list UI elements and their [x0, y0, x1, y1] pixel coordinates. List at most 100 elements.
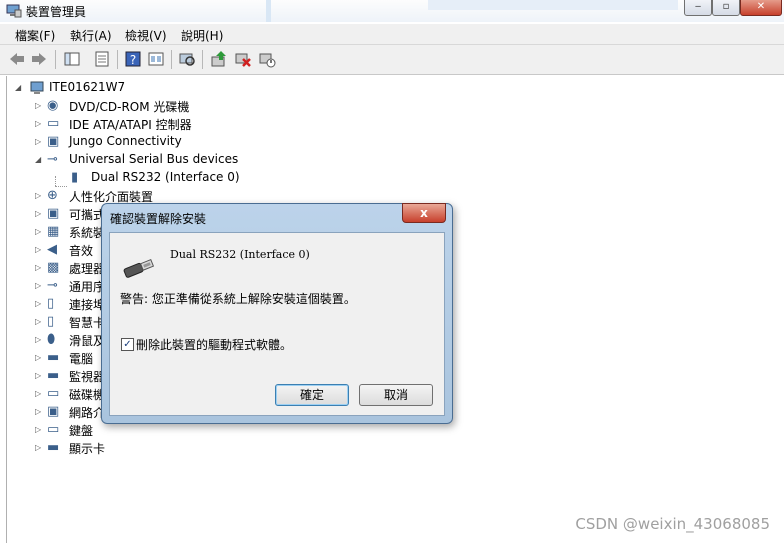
toolbar: ?	[0, 45, 784, 75]
expand-arrow-icon[interactable]: ▷	[35, 389, 42, 398]
expand-arrow-icon[interactable]: ▷	[35, 371, 42, 380]
collapse-arrow-icon[interactable]: ◢	[15, 83, 22, 92]
ok-button[interactable]: 確定	[275, 384, 349, 406]
jungo-icon: ▣	[47, 134, 60, 149]
warning-text: 警告: 您正準備從系統上解除安裝這個裝置。	[120, 292, 356, 306]
delete-driver-checkbox[interactable]: ✓	[121, 338, 134, 351]
expand-arrow-icon[interactable]: ▷	[35, 443, 42, 452]
tree-node-label: Jungo Connectivity	[69, 134, 182, 148]
tree-node[interactable]: ▷ ▬ 顯示卡	[35, 439, 295, 457]
background-stripe	[266, 0, 271, 22]
tree-connector	[55, 176, 57, 186]
dialog-title: 確認裝置解除安裝	[110, 212, 207, 226]
expand-arrow-icon[interactable]: ▷	[35, 299, 42, 308]
expand-arrow-icon[interactable]: ▷	[35, 317, 42, 326]
properties-icon[interactable]	[93, 50, 111, 68]
help-icon[interactable]: ?	[124, 50, 142, 68]
tree-node-label: 可攜式	[69, 208, 106, 222]
expand-arrow-icon[interactable]: ▷	[35, 119, 42, 128]
usb-plug-icon: ▮	[71, 170, 79, 185]
ide-controller-icon: ▭	[47, 116, 60, 131]
tree-node[interactable]: ◢ ⊸ Universal Serial Bus devices	[35, 151, 295, 169]
disk-icon: ▭	[47, 386, 60, 401]
menu-help[interactable]: 說明(H)	[181, 27, 223, 44]
toolbar-separator	[202, 50, 203, 69]
tree-node[interactable]: ▷ ▣ Jungo Connectivity	[35, 133, 295, 151]
delete-driver-label[interactable]: 刪除此裝置的驅動程式軟體。	[136, 336, 292, 353]
menu-action[interactable]: 執行(A)	[70, 27, 112, 44]
expand-arrow-icon[interactable]: ▷	[35, 353, 42, 362]
tree-node-label: 網路介	[69, 406, 106, 420]
uninstall-icon[interactable]	[234, 50, 252, 68]
tree-node-label: DVD/CD-ROM 光碟機	[69, 100, 190, 114]
expand-arrow-icon[interactable]: ▷	[35, 227, 42, 236]
usb-controller-icon: ⊸	[47, 278, 58, 293]
tree-node-label: 監視器	[69, 370, 106, 384]
svg-text:?: ?	[130, 53, 136, 67]
smartcard-icon: ▯	[47, 314, 55, 329]
device-manager-icon	[6, 4, 22, 18]
dialog-body: Dual RS232 (Interface 0) 警告: 您正準備從系統上解除安…	[109, 232, 445, 416]
expand-arrow-icon[interactable]: ▷	[35, 245, 42, 254]
background-window-edge	[428, 0, 678, 10]
sound-icon: ◀	[47, 242, 57, 257]
tree-node-label: 處理器	[69, 262, 106, 276]
menu-bar: 檔案(F) 執行(A) 檢視(V) 說明(H)	[0, 24, 784, 45]
expand-arrow-icon[interactable]: ▷	[35, 407, 42, 416]
tree-node-label: 連接埠	[69, 298, 106, 312]
back-icon[interactable]	[8, 50, 26, 68]
tree-node-label: Universal Serial Bus devices	[69, 152, 239, 166]
tree-node-label: Dual RS232 (Interface 0)	[91, 170, 240, 184]
dialog-close-button[interactable]: x	[402, 203, 446, 223]
mouse-icon: ⬮	[47, 332, 56, 347]
network-icon: ▣	[47, 404, 60, 419]
maximize-button[interactable]: ▫	[712, 0, 740, 16]
expand-arrow-icon[interactable]: ▷	[35, 191, 42, 200]
cancel-button[interactable]: 取消	[359, 384, 433, 406]
tree-node[interactable]: ▷ ▭ IDE ATA/ATAPI 控制器	[35, 115, 295, 133]
view-icon[interactable]	[147, 50, 165, 68]
tree-node-label: 滑鼠及	[69, 334, 106, 348]
menu-file[interactable]: 檔案(F)	[15, 27, 55, 44]
tree-node[interactable]: ▷ ◉ DVD/CD-ROM 光碟機	[35, 97, 295, 115]
hid-icon: ⊕	[47, 188, 58, 203]
tree-node-label: 電腦	[69, 352, 94, 366]
expand-arrow-icon[interactable]: ▷	[35, 425, 42, 434]
toolbar-separator	[171, 50, 172, 69]
window-title: 裝置管理員	[26, 5, 87, 19]
system-device-icon: ▦	[47, 224, 60, 239]
expand-arrow-icon[interactable]: ▷	[35, 263, 42, 272]
computer-icon	[30, 81, 44, 94]
device-name: Dual RS232 (Interface 0)	[170, 248, 310, 261]
keyboard-icon: ▭	[47, 422, 60, 437]
console-tree-icon[interactable]	[63, 50, 81, 68]
title-bar: 裝置管理員 ‒ ▫ ✕	[0, 0, 784, 22]
tree-node[interactable]: ▮ Dual RS232 (Interface 0)	[67, 169, 327, 187]
monitor-icon: ▬	[47, 368, 60, 383]
close-window-button[interactable]: ✕	[740, 0, 782, 16]
minimize-button[interactable]: ‒	[684, 0, 712, 16]
expand-arrow-icon[interactable]: ▷	[35, 137, 42, 146]
expand-arrow-icon[interactable]: ▷	[35, 281, 42, 290]
update-driver-icon[interactable]	[210, 50, 228, 68]
collapse-arrow-icon[interactable]: ◢	[35, 155, 42, 164]
tree-root[interactable]: ◢ ITE01621W7	[15, 79, 215, 97]
confirm-uninstall-dialog: 確認裝置解除安裝 x Dual RS232 (Interface 0) 警告: …	[101, 203, 453, 424]
tree-node-label: 通用序	[69, 280, 106, 294]
window-controls: ‒ ▫ ✕	[684, 0, 784, 17]
scan-hardware-icon[interactable]	[178, 50, 196, 68]
tree-node-label: 磁碟機	[69, 388, 106, 402]
expand-arrow-icon[interactable]: ▷	[35, 209, 42, 218]
expand-arrow-icon[interactable]: ▷	[35, 101, 42, 110]
tree-node-label: 音效	[69, 244, 94, 258]
computer-icon: ▬	[47, 350, 60, 365]
expand-arrow-icon[interactable]: ▷	[35, 335, 42, 344]
disable-icon[interactable]	[258, 50, 276, 68]
usb-icon: ⊸	[47, 152, 58, 167]
usb-plug-icon	[123, 258, 155, 278]
dvd-icon: ◉	[47, 98, 59, 113]
menu-view[interactable]: 檢視(V)	[125, 27, 167, 44]
tree-node-label: 鍵盤	[69, 424, 94, 438]
toolbar-separator	[55, 50, 56, 69]
forward-icon[interactable]	[30, 50, 48, 68]
